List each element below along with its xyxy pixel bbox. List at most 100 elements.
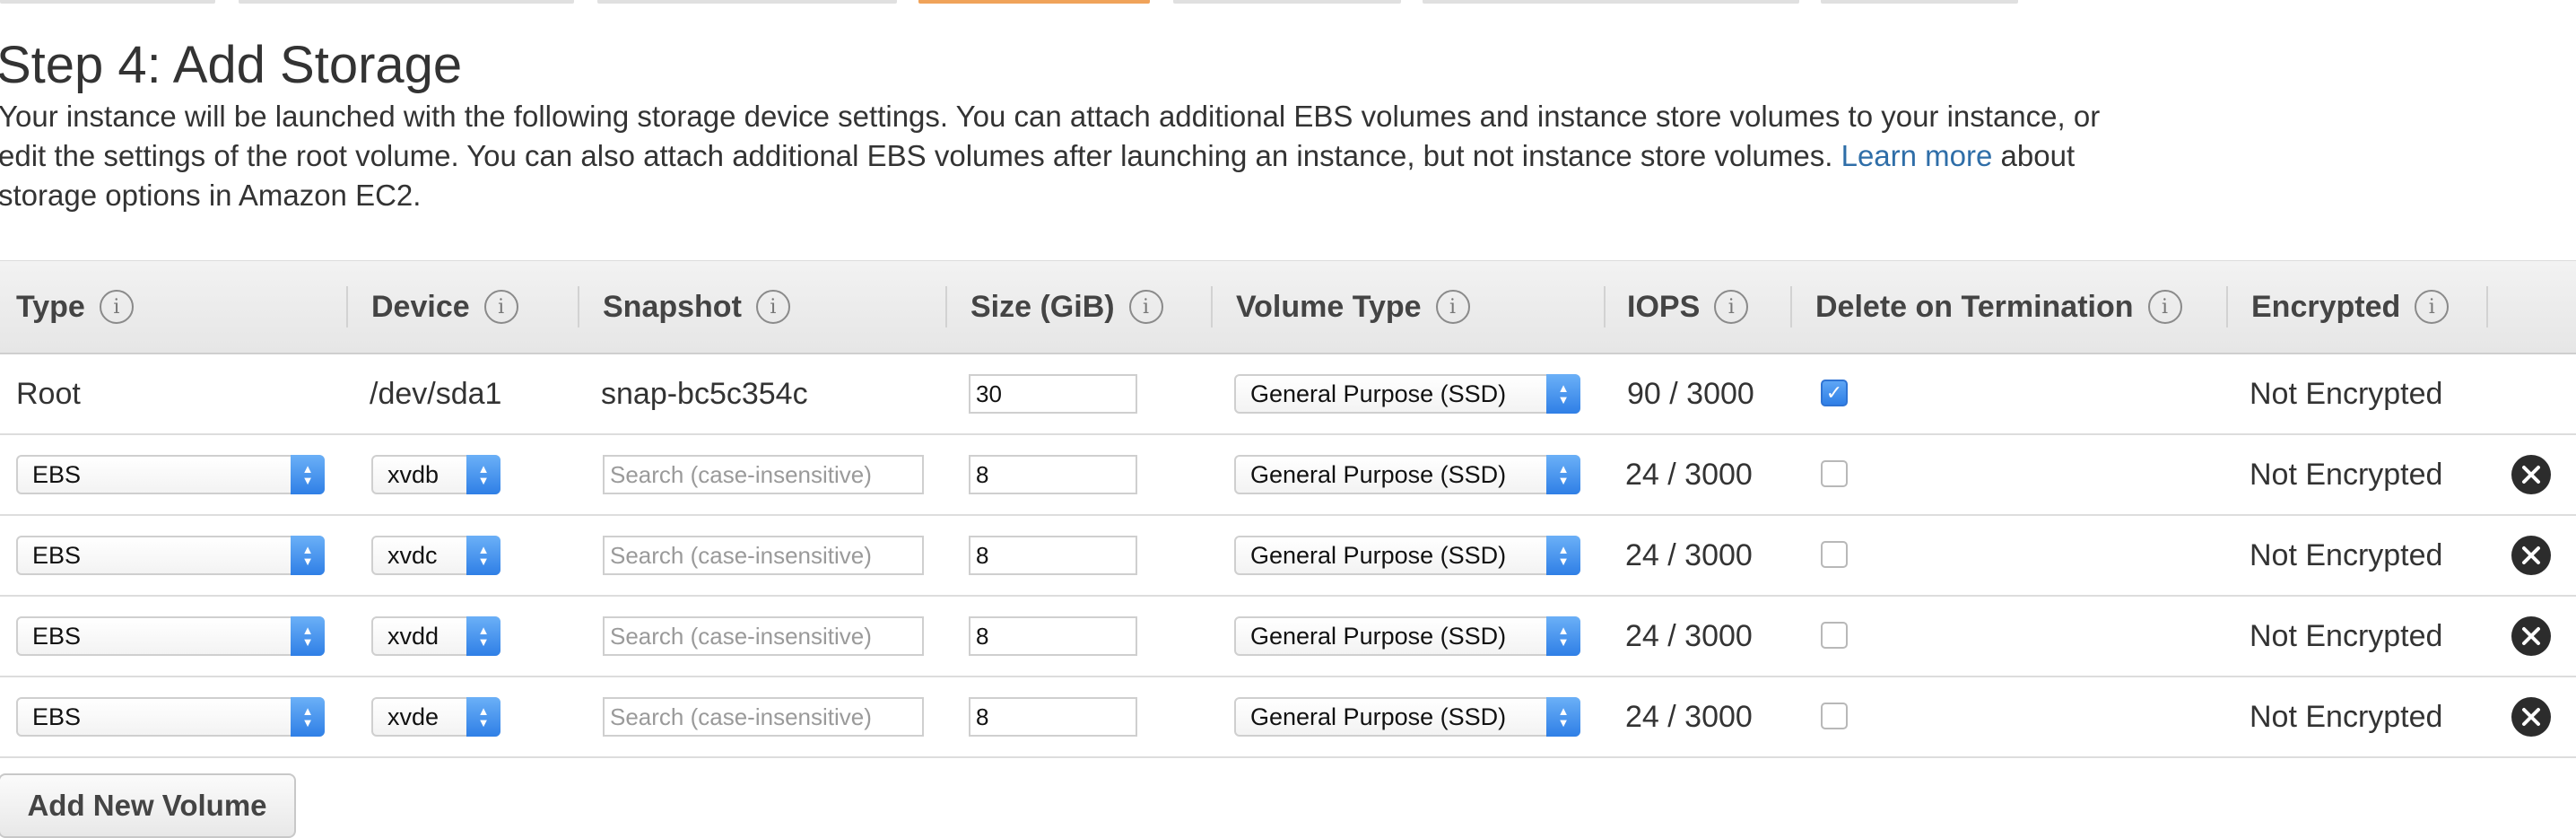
header-type-label: Type: [16, 289, 85, 324]
remove-volume-button[interactable]: [2511, 455, 2551, 494]
select-arrows-icon: ▲ ▼: [466, 536, 500, 575]
ebs-snapshot-search-input[interactable]: [603, 455, 924, 494]
root-volume-type-value: General Purpose (SSD): [1250, 380, 1507, 407]
root-type: Root: [16, 376, 81, 411]
wizard-tab-4-active[interactable]: [918, 0, 1150, 4]
ebs-volume-type-value: General Purpose (SSD): [1250, 703, 1507, 730]
ebs-device-select[interactable]: xvde ▲ ▼: [371, 697, 500, 737]
ebs-delete-on-termination-checkbox[interactable]: [1821, 460, 1848, 487]
ebs-device-select[interactable]: xvdc ▲ ▼: [371, 536, 500, 575]
root-size-input[interactable]: [969, 374, 1137, 414]
root-iops: 90 / 3000: [1627, 376, 1754, 411]
ebs-size-input[interactable]: [969, 616, 1137, 656]
info-icon[interactable]: i: [1714, 290, 1749, 324]
column-divider[interactable]: [1604, 286, 1606, 327]
wizard-tab-5[interactable]: [1173, 0, 1401, 4]
description-line-2-text: edit the settings of the root volume. Yo…: [0, 139, 1833, 172]
info-icon[interactable]: i: [1435, 290, 1470, 324]
header-type: Type i: [16, 261, 134, 353]
select-arrows-icon: ▲ ▼: [466, 455, 500, 494]
close-icon: [2522, 627, 2540, 645]
ebs-volume-type-select[interactable]: General Purpose (SSD) ▲ ▼: [1234, 536, 1580, 575]
select-arrows-icon: ▲ ▼: [1546, 697, 1580, 737]
ebs-device-value: xvde: [387, 703, 439, 730]
select-arrows-icon: ▲ ▼: [466, 697, 500, 737]
ebs-volume-type-select[interactable]: General Purpose (SSD) ▲ ▼: [1234, 697, 1580, 737]
root-delete-on-termination-checkbox[interactable]: ✓: [1821, 380, 1848, 406]
ebs-device-select[interactable]: xvdd ▲ ▼: [371, 616, 500, 656]
add-new-volume-button[interactable]: Add New Volume: [0, 773, 296, 838]
column-divider[interactable]: [578, 286, 579, 327]
select-arrows-icon: ▲ ▼: [1546, 536, 1580, 575]
description-line-1: Your instance will be launched with the …: [0, 100, 2101, 133]
ebs-type-select[interactable]: EBS ▲ ▼: [16, 616, 325, 656]
remove-volume-button[interactable]: [2511, 616, 2551, 656]
table-row-ebs: EBS ▲▼ xvde ▲▼ General Purpose (SSD) ▲▼ …: [0, 677, 2576, 758]
ebs-iops: 24 / 3000: [1625, 537, 1753, 572]
ebs-size-input[interactable]: [969, 455, 1137, 494]
table-header: Type i Device i Snapshot i Size (GiB) i Volu…: [0, 260, 2576, 354]
ebs-type-value: EBS: [32, 541, 82, 569]
column-divider[interactable]: [945, 286, 947, 327]
header-snapshot: Snapshot i: [603, 261, 790, 353]
ebs-volume-type-select[interactable]: General Purpose (SSD) ▲ ▼: [1234, 455, 1580, 494]
ebs-snapshot-search-input[interactable]: [603, 616, 924, 656]
ebs-type-value: EBS: [32, 622, 82, 650]
info-icon[interactable]: i: [99, 290, 134, 324]
remove-volume-button[interactable]: [2511, 536, 2551, 575]
description-line-2-tail: about: [2000, 139, 2076, 172]
info-icon[interactable]: i: [755, 290, 790, 324]
ebs-type-select[interactable]: EBS ▲ ▼: [16, 697, 325, 737]
ebs-encrypted: Not Encrypted: [2250, 618, 2443, 653]
remove-volume-button[interactable]: [2511, 697, 2551, 737]
column-divider[interactable]: [2226, 286, 2228, 327]
header-size: Size (GiB) i: [970, 261, 1163, 353]
root-snapshot: snap-bc5c354c: [601, 376, 808, 411]
ebs-snapshot-search-input[interactable]: [603, 697, 924, 737]
ebs-delete-on-termination-checkbox[interactable]: [1821, 541, 1848, 568]
ebs-iops: 24 / 3000: [1625, 457, 1753, 492]
wizard-tab-7[interactable]: [1821, 0, 2018, 4]
info-icon[interactable]: i: [2415, 290, 2450, 324]
ebs-device-select[interactable]: xvdb ▲ ▼: [371, 455, 500, 494]
ebs-encrypted: Not Encrypted: [2250, 537, 2443, 572]
learn-more-link[interactable]: Learn more: [1841, 139, 1993, 172]
ebs-type-select[interactable]: EBS ▲ ▼: [16, 536, 325, 575]
header-size-label: Size (GiB): [970, 289, 1115, 324]
ebs-delete-on-termination-checkbox[interactable]: [1821, 622, 1848, 649]
wizard-tab-1[interactable]: [0, 0, 215, 4]
page-title: Step 4: Add Storage: [0, 36, 463, 94]
column-divider[interactable]: [2486, 286, 2488, 327]
ebs-type-value: EBS: [32, 460, 82, 488]
ebs-volume-type-value: General Purpose (SSD): [1250, 460, 1507, 488]
table-row-ebs: EBS ▲▼ xvdd ▲▼ General Purpose (SSD) ▲▼ …: [0, 597, 2576, 677]
header-encrypted: Encrypted i: [2251, 261, 2450, 353]
wizard-tab-2[interactable]: [239, 0, 574, 4]
select-arrows-icon: ▲ ▼: [291, 455, 325, 494]
ebs-snapshot-search-input[interactable]: [603, 536, 924, 575]
header-device: Device i: [371, 261, 518, 353]
close-icon: [2522, 546, 2540, 564]
ebs-delete-on-termination-checkbox[interactable]: [1821, 703, 1848, 729]
ebs-volume-type-value: General Purpose (SSD): [1250, 622, 1507, 650]
ebs-size-input[interactable]: [969, 697, 1137, 737]
table-row-root: Root /dev/sda1 snap-bc5c354c General Pur…: [0, 354, 2576, 435]
ebs-volume-type-select[interactable]: General Purpose (SSD) ▲ ▼: [1234, 616, 1580, 656]
ebs-type-select[interactable]: EBS ▲ ▼: [16, 455, 325, 494]
column-divider[interactable]: [346, 286, 348, 327]
root-device: /dev/sda1: [370, 376, 502, 411]
ebs-size-input[interactable]: [969, 536, 1137, 575]
info-icon[interactable]: i: [483, 290, 518, 324]
info-icon[interactable]: i: [1128, 290, 1163, 324]
info-icon[interactable]: i: [2147, 290, 2182, 324]
header-encrypted-label: Encrypted: [2251, 289, 2401, 324]
wizard-tab-3[interactable]: [597, 0, 897, 4]
wizard-tab-6[interactable]: [1423, 0, 1799, 4]
close-icon: [2522, 708, 2540, 726]
select-arrows-icon: ▲ ▼: [291, 697, 325, 737]
select-arrows-icon: ▲ ▼: [1546, 455, 1580, 494]
column-divider[interactable]: [1211, 286, 1213, 327]
root-volume-type-select[interactable]: General Purpose (SSD) ▲ ▼: [1234, 374, 1580, 414]
ebs-device-value: xvdb: [387, 460, 439, 488]
column-divider[interactable]: [1790, 286, 1792, 327]
